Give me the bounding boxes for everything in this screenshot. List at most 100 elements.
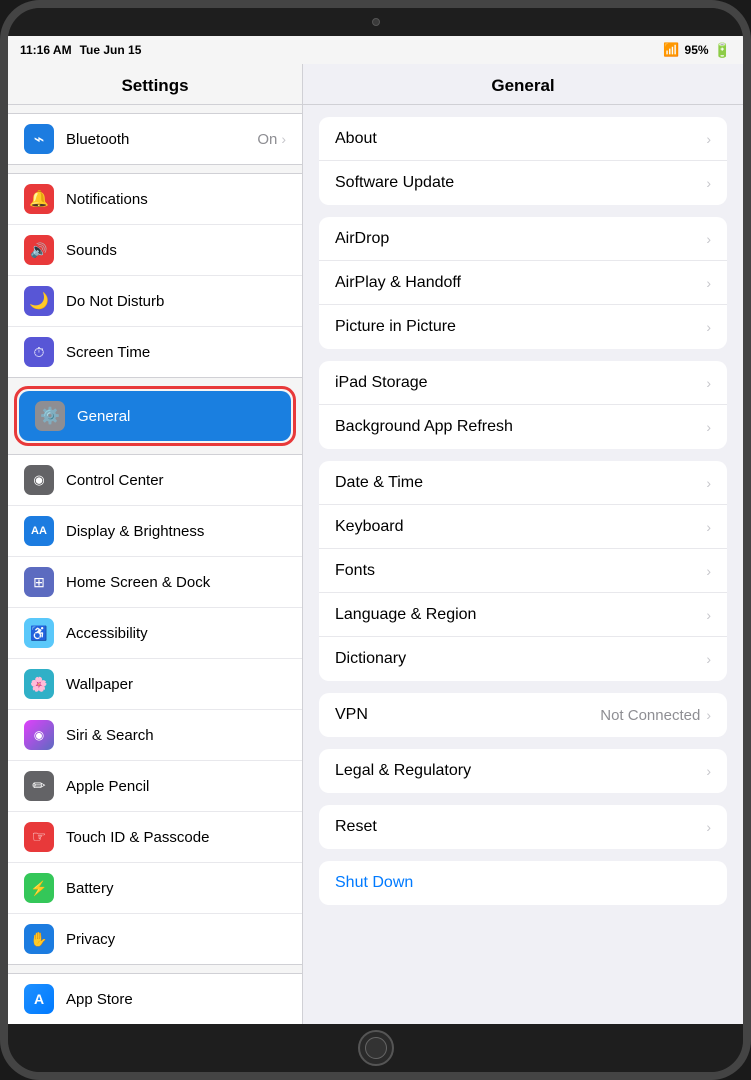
- touch-id-icon: ☞: [24, 822, 54, 852]
- keyboard-label: Keyboard: [335, 518, 706, 536]
- right-item-vpn[interactable]: VPN Not Connected ›: [319, 693, 727, 737]
- right-item-keyboard[interactable]: Keyboard ›: [319, 505, 727, 549]
- accessibility-label: Accessibility: [66, 625, 286, 642]
- sidebar-item-siri[interactable]: ◉ Siri & Search: [8, 710, 302, 761]
- airdrop-chevron: ›: [706, 231, 711, 247]
- airplay-label: AirPlay & Handoff: [335, 274, 706, 292]
- ipad-device: 11:16 AM Tue Jun 15 📶 95% 🔋 Settings ⌁ B…: [0, 0, 751, 1080]
- battery-sidebar-icon: ⚡: [24, 873, 54, 903]
- sidebar-item-wallpaper[interactable]: 🌸 Wallpaper: [8, 659, 302, 710]
- right-section-reset: Reset ›: [319, 805, 727, 849]
- language-label: Language & Region: [335, 606, 706, 624]
- right-item-dictionary[interactable]: Dictionary ›: [319, 637, 727, 681]
- device-top-bar: [8, 8, 743, 36]
- sidebar-item-display[interactable]: AA Display & Brightness: [8, 506, 302, 557]
- device-bottom-bar: [8, 1024, 743, 1072]
- apple-pencil-icon: ✏: [24, 771, 54, 801]
- software-update-label: Software Update: [335, 174, 706, 192]
- right-item-airplay-handoff[interactable]: AirPlay & Handoff ›: [319, 261, 727, 305]
- vpn-value: Not Connected: [600, 707, 700, 724]
- main-content: Settings ⌁ Bluetooth On › 🔔 Notification…: [8, 64, 743, 1024]
- sidebar-item-privacy[interactable]: ✋ Privacy: [8, 914, 302, 964]
- bluetooth-chevron: ›: [281, 131, 286, 147]
- legal-chevron: ›: [706, 763, 711, 779]
- sidebar-item-bluetooth[interactable]: ⌁ Bluetooth On ›: [8, 114, 302, 164]
- sidebar-item-do-not-disturb[interactable]: 🌙 Do Not Disturb: [8, 276, 302, 327]
- sidebar-item-touch-id[interactable]: ☞ Touch ID & Passcode: [8, 812, 302, 863]
- battery-label: Battery: [66, 880, 286, 897]
- battery-percent: 95%: [685, 43, 709, 57]
- right-item-language-region[interactable]: Language & Region ›: [319, 593, 727, 637]
- sidebar-item-app-store[interactable]: A App Store: [8, 974, 302, 1024]
- app-store-label: App Store: [66, 991, 286, 1008]
- sidebar-group-bluetooth: ⌁ Bluetooth On ›: [8, 113, 302, 165]
- storage-chevron: ›: [706, 375, 711, 391]
- touch-id-label: Touch ID & Passcode: [66, 829, 286, 846]
- date-time-label: Date & Time: [335, 474, 706, 492]
- screen-time-icon: ⏱: [24, 337, 54, 367]
- status-left: 11:16 AM Tue Jun 15: [20, 43, 141, 57]
- app-store-icon: A: [24, 984, 54, 1014]
- about-label: About: [335, 130, 706, 148]
- dictionary-chevron: ›: [706, 651, 711, 667]
- dnd-icon: 🌙: [24, 286, 54, 316]
- right-item-date-time[interactable]: Date & Time ›: [319, 461, 727, 505]
- right-panel: General About › Software Update › AirD: [303, 64, 743, 1024]
- screen: 11:16 AM Tue Jun 15 📶 95% 🔋 Settings ⌁ B…: [8, 36, 743, 1024]
- sidebar-item-home-screen[interactable]: ⊞ Home Screen & Dock: [8, 557, 302, 608]
- pip-chevron: ›: [706, 319, 711, 335]
- notifications-icon: 🔔: [24, 184, 54, 214]
- notifications-label: Notifications: [66, 191, 286, 208]
- accessibility-icon: ♿: [24, 618, 54, 648]
- siri-icon: ◉: [24, 720, 54, 750]
- apple-pencil-label: Apple Pencil: [66, 778, 286, 795]
- right-item-ipad-storage[interactable]: iPad Storage ›: [319, 361, 727, 405]
- privacy-icon: ✋: [24, 924, 54, 954]
- airdrop-label: AirDrop: [335, 230, 706, 248]
- reset-chevron: ›: [706, 819, 711, 835]
- sidebar-item-accessibility[interactable]: ♿ Accessibility: [8, 608, 302, 659]
- right-item-fonts[interactable]: Fonts ›: [319, 549, 727, 593]
- general-active-ring: ⚙️ General: [14, 386, 296, 446]
- control-center-label: Control Center: [66, 472, 286, 489]
- siri-label: Siri & Search: [66, 727, 286, 744]
- battery-icon: 🔋: [714, 42, 731, 59]
- pip-label: Picture in Picture: [335, 318, 706, 336]
- vpn-chevron: ›: [706, 707, 711, 723]
- right-section-airdrop: AirDrop › AirPlay & Handoff › Picture in…: [319, 217, 727, 349]
- sidebar-group-notifications: 🔔 Notifications 🔊 Sounds 🌙 Do Not Distur…: [8, 173, 302, 378]
- legal-label: Legal & Regulatory: [335, 762, 706, 780]
- status-time: 11:16 AM: [20, 43, 72, 57]
- right-panel-title: General: [303, 64, 743, 105]
- date-time-chevron: ›: [706, 475, 711, 491]
- wallpaper-icon: 🌸: [24, 669, 54, 699]
- right-item-background-refresh[interactable]: Background App Refresh ›: [319, 405, 727, 449]
- right-item-pip[interactable]: Picture in Picture ›: [319, 305, 727, 349]
- sidebar-title: Settings: [8, 64, 302, 105]
- status-right: 📶 95% 🔋: [663, 42, 731, 59]
- sounds-label: Sounds: [66, 242, 286, 259]
- right-item-airdrop[interactable]: AirDrop ›: [319, 217, 727, 261]
- right-section-about: About › Software Update ›: [319, 117, 727, 205]
- bluetooth-label: Bluetooth: [66, 131, 257, 148]
- sidebar-item-screen-time[interactable]: ⏱ Screen Time: [8, 327, 302, 377]
- sidebar-item-control-center[interactable]: ◉ Control Center: [8, 455, 302, 506]
- general-label: General: [77, 408, 275, 425]
- sidebar-item-notifications[interactable]: 🔔 Notifications: [8, 174, 302, 225]
- right-item-reset[interactable]: Reset ›: [319, 805, 727, 849]
- right-item-shutdown[interactable]: Shut Down: [319, 861, 727, 905]
- right-item-software-update[interactable]: Software Update ›: [319, 161, 727, 205]
- home-button-inner: [365, 1037, 387, 1059]
- right-item-about[interactable]: About ›: [319, 117, 727, 161]
- sidebar-item-sounds[interactable]: 🔊 Sounds: [8, 225, 302, 276]
- sidebar-item-general[interactable]: ⚙️ General: [19, 391, 291, 441]
- sidebar-item-battery[interactable]: ⚡ Battery: [8, 863, 302, 914]
- wallpaper-label: Wallpaper: [66, 676, 286, 693]
- sidebar-item-apple-pencil[interactable]: ✏ Apple Pencil: [8, 761, 302, 812]
- right-item-legal[interactable]: Legal & Regulatory ›: [319, 749, 727, 793]
- sidebar-group-settings: ◉ Control Center AA Display & Brightness…: [8, 454, 302, 965]
- bg-refresh-chevron: ›: [706, 419, 711, 435]
- language-chevron: ›: [706, 607, 711, 623]
- home-button[interactable]: [358, 1030, 394, 1066]
- right-section-datetime: Date & Time › Keyboard › Fonts › Languag…: [319, 461, 727, 681]
